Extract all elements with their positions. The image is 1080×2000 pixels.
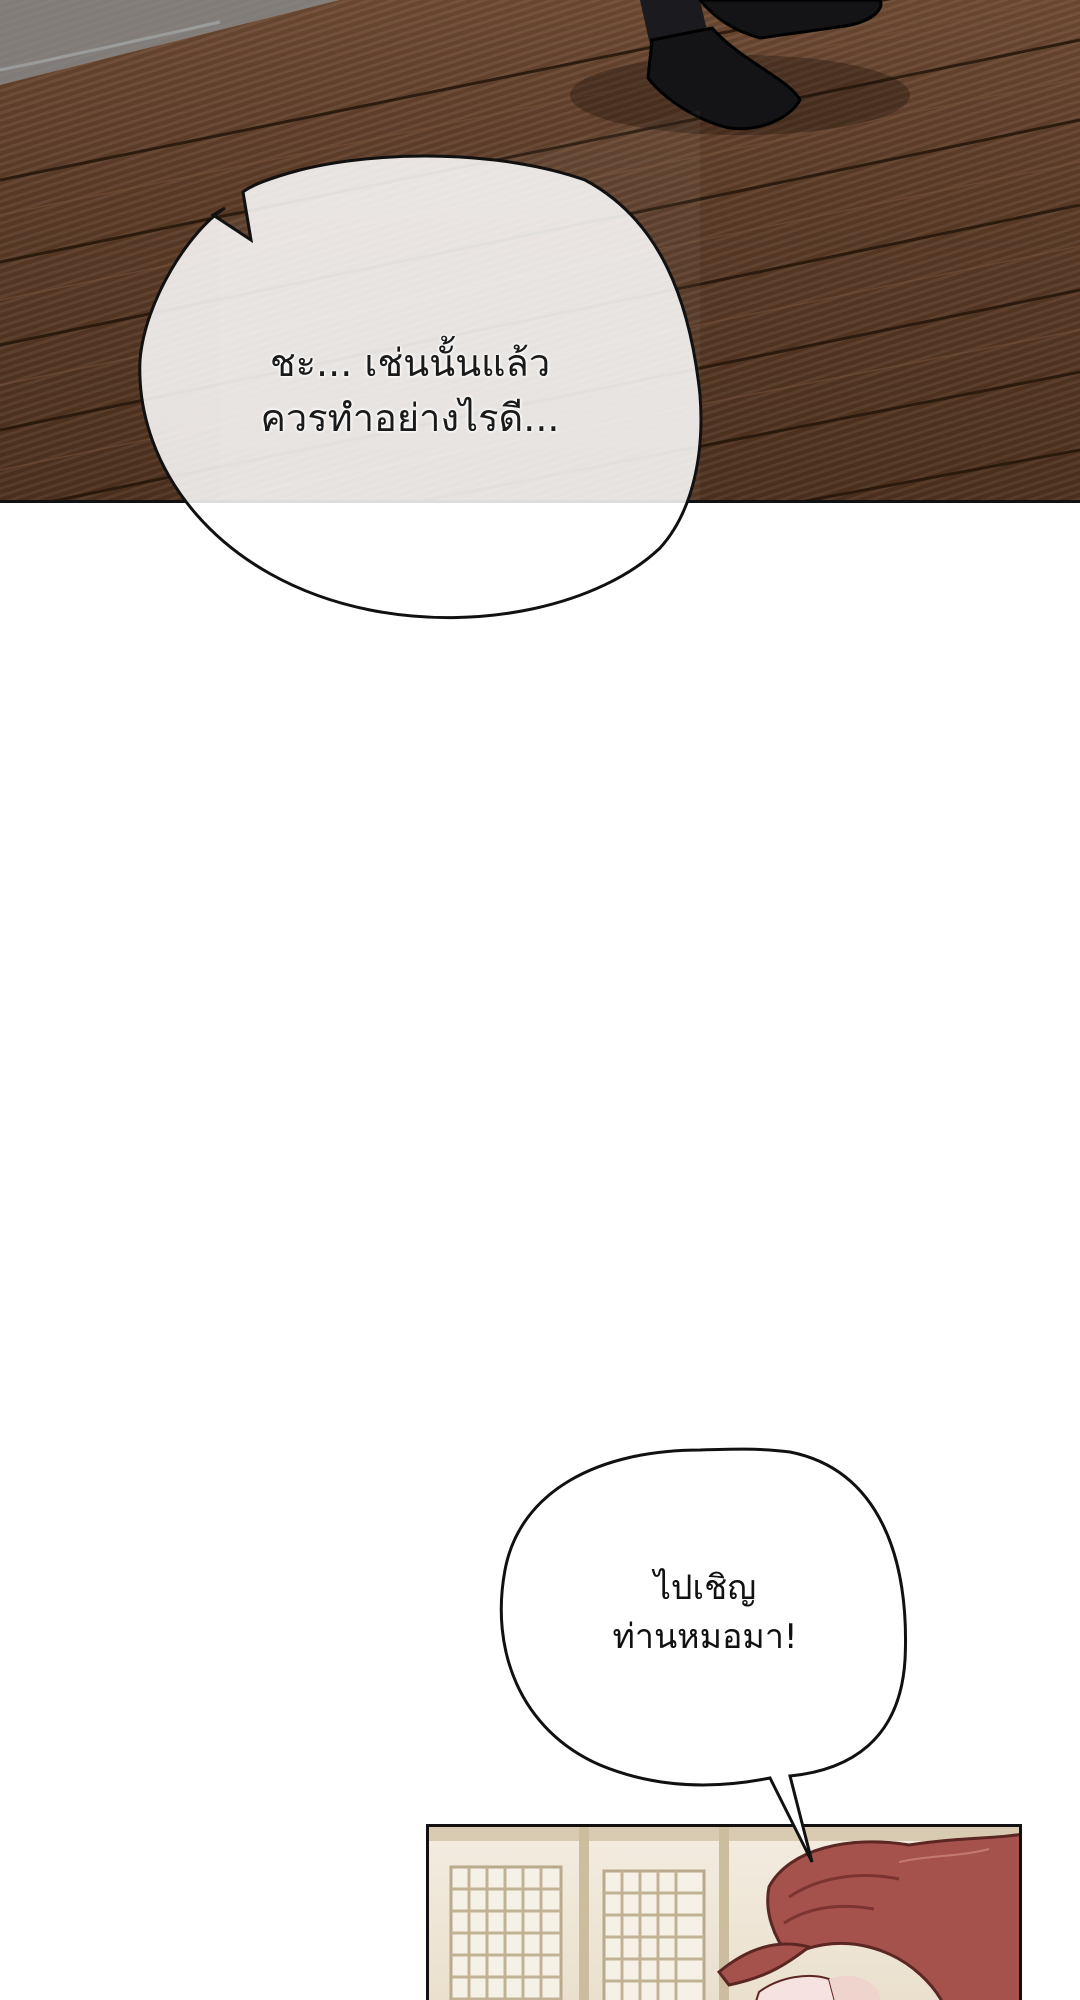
bubble-1-text: ชะ... เช่นนั้นแล้ว ควรทำอย่างไรดี... <box>190 336 630 446</box>
bubble-1-line-2: ควรทำอย่างไรดี... <box>260 396 560 441</box>
shoji-screen-left <box>449 1865 563 2000</box>
panel-room <box>426 1824 1022 2000</box>
character-hair <box>716 1833 1019 2000</box>
room-scene <box>429 1827 1019 2000</box>
bubble-2-line-2: ท่านหมอมา! <box>612 1617 798 1658</box>
comic-page: ชะ... เช่นนั้นแล้ว ควรทำอย่างไรดี... ไปเ… <box>0 0 1080 2000</box>
bubble-2-text: ไปเชิญ ท่านหมอมา! <box>550 1564 860 1663</box>
shoji-screen-right <box>602 1869 706 2000</box>
character-face <box>755 1974 881 2000</box>
bubble-1-line-1: ชะ... เช่นนั้นแล้ว <box>269 341 551 385</box>
bubble-2-line-1: ไปเชิญ <box>653 1568 757 1608</box>
